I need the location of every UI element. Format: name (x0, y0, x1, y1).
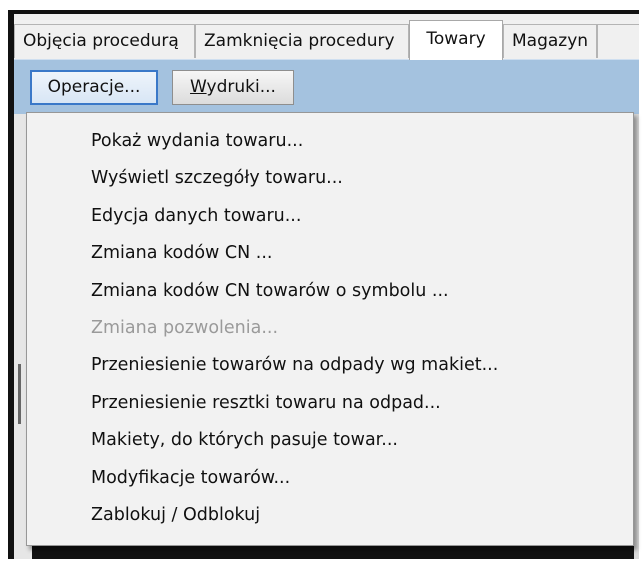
menu-item-show-goods-details[interactable]: Wyświetl szczegóły towaru... (27, 160, 633, 197)
menu-item-goods-modifications[interactable]: Modyfikacje towarów... (27, 460, 633, 497)
operations-button[interactable]: Operacje... (30, 70, 158, 105)
menu-item-show-goods-releases[interactable]: Pokaż wydania towaru... (27, 123, 633, 160)
tab-zamkniecia-procedury[interactable]: Zamknięcia procedury (195, 24, 409, 58)
tab-magazyn[interactable]: Magazyn (503, 24, 597, 58)
tab-bar: Objęcia procedurą Zamknięcia procedury T… (14, 14, 639, 60)
printouts-button[interactable]: Wydruki... (172, 70, 294, 105)
operations-dropdown-menu: Pokaż wydania towaru... Wyświetl szczegó… (26, 112, 634, 546)
menu-item-transfer-remainder-to-waste[interactable]: Przeniesienie resztki towaru na odpad... (27, 385, 633, 422)
menu-item-transfer-goods-to-waste-by-template[interactable]: Przeniesienie towarów na odpady wg makie… (27, 347, 633, 384)
menu-item-change-cn-codes-by-symbol[interactable]: Zmiana kodów CN towarów o symbolu ... (27, 273, 633, 310)
menu-item-block-unblock[interactable]: Zablokuj / Odblokuj (27, 497, 633, 534)
background-edge (634, 114, 639, 559)
printouts-button-label: Wydruki... (190, 77, 276, 97)
toolbar: Operacje... Wydruki... (14, 59, 639, 115)
background-divider (18, 364, 21, 424)
tab-overflow (597, 24, 639, 58)
operations-button-label: Operacje... (47, 77, 141, 97)
menu-item-edit-goods-data[interactable]: Edycja danych towaru... (27, 198, 633, 235)
menu-item-change-cn-codes[interactable]: Zmiana kodów CN ... (27, 235, 633, 272)
tab-objecia-procedura[interactable]: Objęcia procedurą (14, 24, 195, 58)
menu-item-matching-templates[interactable]: Makiety, do których pasuje towar... (27, 422, 633, 459)
tab-towary[interactable]: Towary (409, 20, 503, 60)
menu-item-change-permit: Zmiana pozwolenia... (91, 317, 279, 338)
